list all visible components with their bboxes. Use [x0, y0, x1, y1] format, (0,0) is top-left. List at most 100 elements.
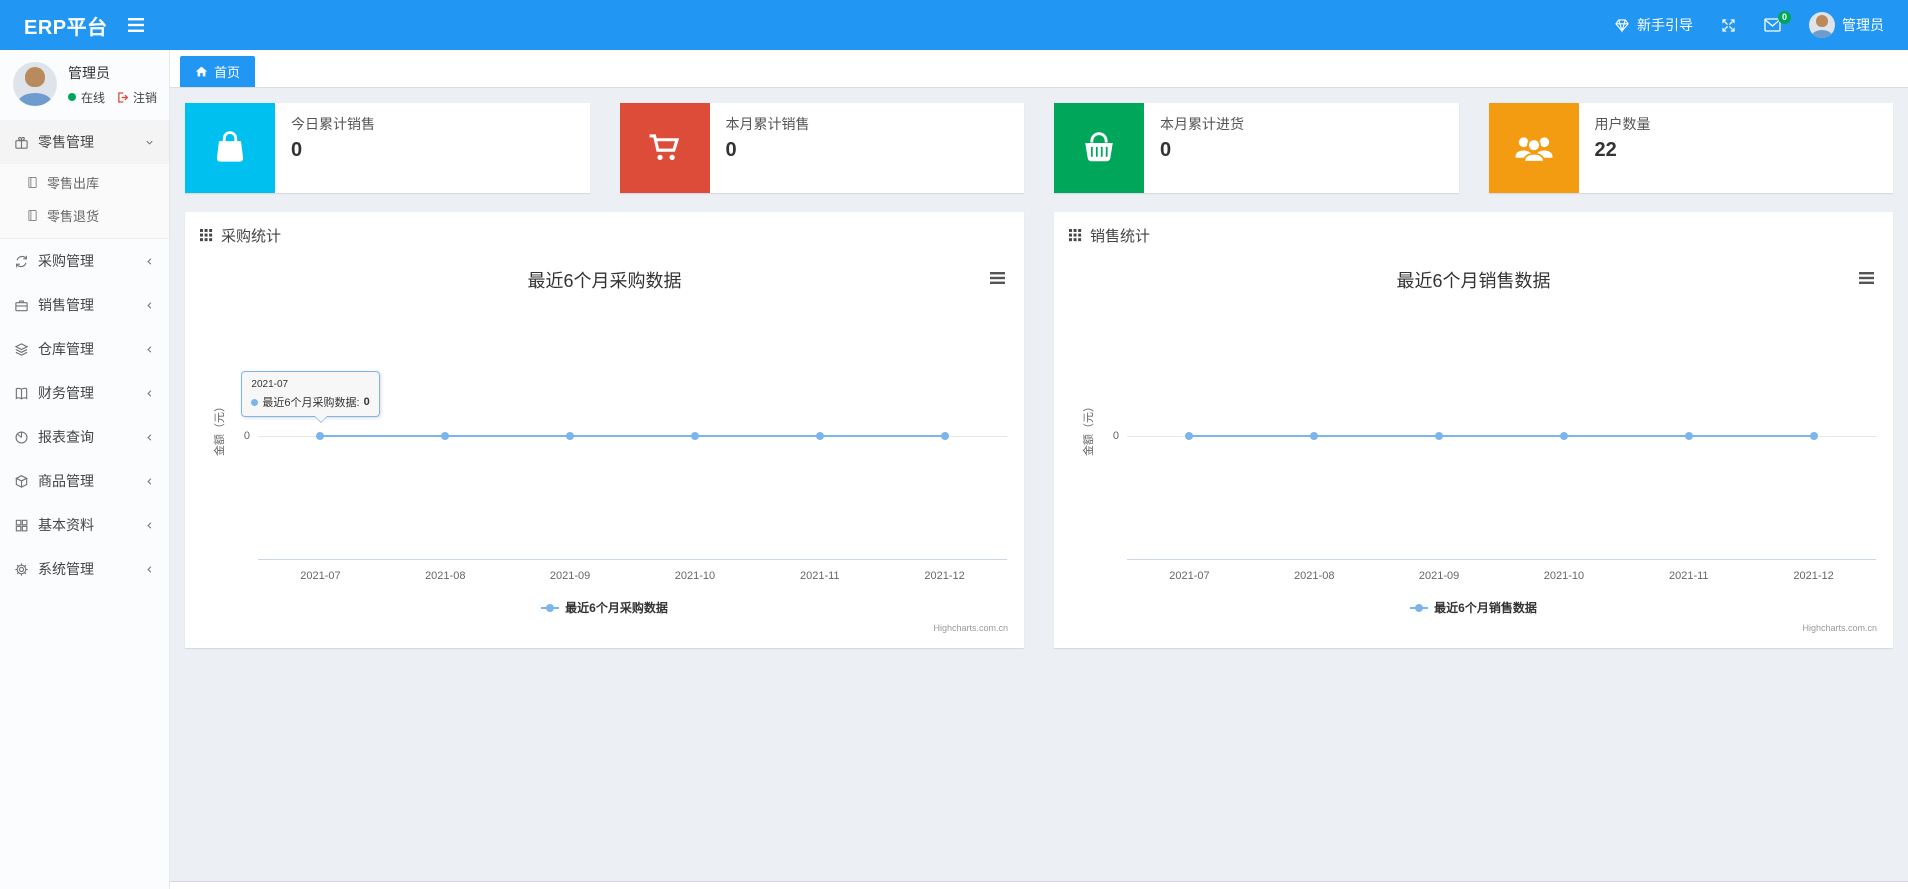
- y-axis-tick-label: 0: [1112, 430, 1119, 442]
- chart-title: 最近6个月采购数据: [527, 271, 682, 291]
- chart-export-menu-button[interactable]: [1856, 269, 1877, 287]
- data-point-marker[interactable]: [1310, 432, 1319, 440]
- chart-export-menu-button[interactable]: [987, 269, 1008, 287]
- data-point-marker[interactable]: [815, 432, 824, 440]
- tooltip-value: 0: [363, 396, 370, 408]
- tooltip-series-row: 最近6个月采购数据: 0: [251, 394, 370, 410]
- data-point-marker[interactable]: [316, 432, 325, 440]
- x-axis-line: [258, 559, 1007, 560]
- app-brand: ERP平台: [24, 16, 108, 39]
- sign-out-icon: [116, 91, 129, 104]
- stat-value: 0: [291, 139, 303, 161]
- top-navbar: ERP平台 新手引导 0 管理员: [0, 0, 1908, 50]
- chevron-down-icon: [144, 137, 155, 148]
- chevron-left-icon: [144, 564, 155, 575]
- fullscreen-icon: [1721, 18, 1736, 33]
- x-axis-label: 2021-07: [1169, 570, 1210, 582]
- data-point-marker[interactable]: [441, 432, 450, 440]
- sidebar-item-label: 采购管理: [38, 253, 94, 269]
- fullscreen-button[interactable]: [1721, 18, 1736, 33]
- sidebar-item-retail[interactable]: 零售管理: [0, 120, 169, 164]
- data-point-marker[interactable]: [940, 432, 949, 440]
- sidebar-item-purchase[interactable]: 采购管理: [0, 239, 169, 283]
- retail-submenu: 零售出库 零售退货: [0, 164, 169, 239]
- sidebar-item-retail-outbound[interactable]: 零售出库: [0, 166, 169, 199]
- sidebar-item-label: 系统管理: [38, 561, 94, 577]
- chart-legend: 最近6个月销售数据: [1054, 599, 1893, 616]
- panel-header: 采购统计: [185, 212, 1024, 255]
- sidebar-item-retail-return[interactable]: 零售退货: [0, 199, 169, 232]
- messages-button[interactable]: 0: [1764, 11, 1791, 32]
- sidebar-toggle-menu-icon[interactable]: [127, 18, 144, 32]
- stat-label: 本月累计销售: [725, 116, 810, 132]
- pie-chart-icon: [14, 430, 29, 445]
- user-menu[interactable]: 管理员: [1809, 12, 1884, 38]
- x-axis-label: 2021-08: [1294, 570, 1335, 582]
- sidebar-menu: 零售管理 零售出库 零售退货 采购管理 销售管理 仓库管理 财务管理 报表查询 …: [0, 120, 169, 591]
- sidebar-item-label: 销售管理: [38, 297, 94, 313]
- data-point-marker[interactable]: [690, 432, 699, 440]
- guide-menu-item[interactable]: 新手引导: [1614, 15, 1693, 35]
- legend-marker-icon: [541, 603, 560, 613]
- avatar: [13, 62, 57, 106]
- stats-row: 今日累计销售 0 本月累计销售 0 本月累计进货 0 用户数量 22: [185, 103, 1893, 193]
- chevron-left-icon: [144, 300, 155, 311]
- sidebar-item-label: 报表查询: [38, 429, 94, 445]
- repeat-icon: [14, 254, 29, 269]
- home-icon: [195, 65, 208, 78]
- cart-icon: [619, 103, 710, 193]
- series-line: [320, 435, 945, 437]
- chart-title: 最近6个月销售数据: [1396, 271, 1551, 291]
- stat-card-user-count[interactable]: 用户数量 22: [1488, 103, 1893, 193]
- chevron-left-icon: [144, 388, 155, 399]
- tooltip-series-name: 最近6个月采购数据:: [262, 397, 360, 409]
- chart-tooltip: 2021-07 最近6个月采购数据: 0: [241, 371, 380, 423]
- data-point-marker[interactable]: [1684, 432, 1693, 440]
- purchase-chart: 最近6个月采购数据 金额（元） 0 2021-07 2021-08 2021-09 2021…: [185, 255, 1024, 647]
- sidebar-item-label: 零售退货: [47, 209, 100, 224]
- x-axis-label: 2021-11: [799, 570, 840, 582]
- panel-title: 销售统计: [1090, 228, 1151, 245]
- open-book-icon: [14, 386, 29, 401]
- sidebar-item-reports[interactable]: 报表查询: [0, 415, 169, 459]
- data-point-marker[interactable]: [1559, 432, 1568, 440]
- sidebar-item-label: 仓库管理: [38, 341, 94, 357]
- username-label: 管理员: [1842, 17, 1884, 33]
- sidebar-item-basic-data[interactable]: 基本资料: [0, 503, 169, 547]
- mail-count-badge: 0: [1777, 11, 1791, 24]
- sidebar-item-warehouse[interactable]: 仓库管理: [0, 327, 169, 371]
- sales-chart: 最近6个月销售数据 金额（元） 0 2021-07 2021-08 2021-09 2021…: [1054, 255, 1893, 647]
- gem-icon: [1614, 18, 1630, 33]
- chevron-left-icon: [144, 256, 155, 267]
- chart-credits-link[interactable]: Highcharts.com.cn: [933, 623, 1008, 633]
- sidebar-item-sales[interactable]: 销售管理: [0, 283, 169, 327]
- data-point-marker[interactable]: [1435, 432, 1444, 440]
- th-grid-icon: [1069, 229, 1082, 242]
- x-axis-label: 2021-09: [1418, 570, 1460, 582]
- x-axis-label: 2021-11: [1668, 570, 1709, 582]
- content-area: 首页 今日累计销售 0 本月累计销售 0 本月累计进货 0 用户数量 22 采购…: [170, 50, 1908, 881]
- stat-card-month-sales[interactable]: 本月累计销售 0: [619, 103, 1024, 193]
- stat-card-today-sales[interactable]: 今日累计销售 0: [185, 103, 590, 193]
- data-point-marker[interactable]: [1809, 432, 1818, 440]
- y-axis-title: 金额（元）: [214, 401, 226, 456]
- legend-item[interactable]: 最近6个月采购数据: [541, 599, 668, 616]
- stat-label: 用户数量: [1594, 116, 1651, 132]
- sidebar-item-products[interactable]: 商品管理: [0, 459, 169, 503]
- legend-item[interactable]: 最近6个月销售数据: [1410, 599, 1537, 616]
- x-axis-label: 2021-08: [425, 570, 466, 582]
- data-point-marker[interactable]: [566, 432, 575, 440]
- stat-card-month-purchase[interactable]: 本月累计进货 0: [1054, 103, 1459, 193]
- sidebar-item-finance[interactable]: 财务管理: [0, 371, 169, 415]
- sidebar-item-system[interactable]: 系统管理: [0, 547, 169, 591]
- online-status-dot: [68, 93, 76, 101]
- data-point-marker[interactable]: [1185, 432, 1194, 440]
- tab-home[interactable]: 首页: [180, 56, 256, 87]
- sidebar-item-label: 零售出库: [47, 176, 100, 191]
- stat-value: 0: [725, 139, 737, 161]
- chart-credits-link[interactable]: Highcharts.com.cn: [1802, 623, 1877, 633]
- sidebar-item-label: 财务管理: [38, 385, 94, 401]
- tab-bar: 首页: [170, 50, 1908, 88]
- chart-legend: 最近6个月采购数据: [185, 599, 1024, 616]
- logout-link[interactable]: 注销: [116, 89, 157, 106]
